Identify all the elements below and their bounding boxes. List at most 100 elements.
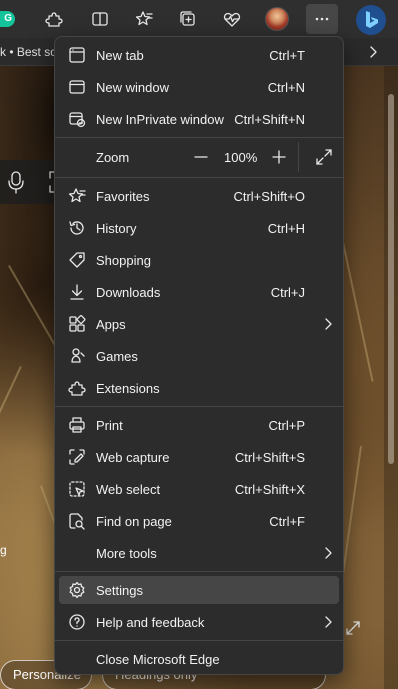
apps-icon bbox=[69, 315, 86, 332]
new-window-icon bbox=[69, 80, 85, 94]
zoom-out-icon[interactable] bbox=[191, 147, 211, 167]
menu-item-shortcut: Ctrl+H bbox=[267, 221, 305, 236]
menu-item-label: Settings bbox=[96, 583, 143, 598]
menu-item-shortcut: Ctrl+Shift+S bbox=[234, 450, 305, 465]
menu-item-close-microsoft-edge[interactable]: Close Microsoft Edge bbox=[59, 645, 339, 673]
menu-item-apps[interactable]: Apps bbox=[59, 310, 339, 338]
print-icon bbox=[69, 417, 85, 433]
profile-avatar[interactable] bbox=[265, 7, 289, 31]
menu-item-new-tab[interactable]: New tab Ctrl+T bbox=[59, 41, 339, 69]
browser-essentials-button[interactable] bbox=[216, 4, 248, 34]
zoom-divider bbox=[298, 142, 299, 172]
favorites-bar-item[interactable]: k • Best sol bbox=[0, 45, 60, 59]
extensions-button[interactable] bbox=[38, 4, 70, 34]
menu-separator bbox=[55, 640, 343, 641]
help-icon bbox=[69, 614, 85, 630]
full-screen-icon[interactable] bbox=[315, 148, 333, 166]
copilot-button[interactable] bbox=[356, 5, 386, 35]
menu-item-label: Extensions bbox=[96, 381, 160, 396]
menu-item-label: New tab bbox=[96, 48, 144, 63]
more-options-icon bbox=[315, 17, 329, 21]
chevron-right-icon bbox=[325, 616, 332, 628]
star-icon bbox=[68, 188, 86, 203]
chevron-right-icon[interactable] bbox=[364, 43, 382, 61]
zoom-in-icon[interactable] bbox=[269, 147, 289, 167]
menu-item-shortcut: Ctrl+Shift+O bbox=[233, 189, 305, 204]
settings-and-more-button[interactable] bbox=[306, 4, 338, 34]
collections-button[interactable] bbox=[172, 4, 204, 34]
menu-item-shortcut: Ctrl+Shift+N bbox=[234, 112, 305, 127]
expand-icon[interactable] bbox=[345, 620, 361, 636]
menu-item-shortcut: Ctrl+P bbox=[268, 418, 305, 433]
menu-item-help-and-feedback[interactable]: Help and feedback bbox=[59, 608, 339, 636]
split-screen-icon bbox=[92, 12, 108, 26]
menu-item-shortcut: Ctrl+F bbox=[269, 514, 305, 529]
puzzle-icon bbox=[45, 12, 63, 27]
menu-item-label: New InPrivate window bbox=[96, 112, 224, 127]
menu-item-label: Close Microsoft Edge bbox=[96, 652, 220, 667]
microphone-icon bbox=[8, 171, 24, 194]
menu-item-label: Shopping bbox=[96, 253, 151, 268]
history-icon bbox=[69, 221, 84, 235]
zoom-label: Zoom bbox=[96, 150, 130, 165]
menu-item-label: Help and feedback bbox=[96, 615, 205, 630]
menu-item-label: Find on page bbox=[96, 514, 172, 529]
page-scrollbar-thumb[interactable] bbox=[388, 94, 394, 464]
zoom-control: Zoom 100% bbox=[59, 142, 339, 172]
find-icon bbox=[69, 513, 85, 530]
menu-item-new-inprivate-window[interactable]: New InPrivate window Ctrl+Shift+N bbox=[59, 105, 339, 133]
puzzle-icon bbox=[68, 381, 86, 396]
menu-item-label: Print bbox=[96, 418, 123, 433]
new-tab-icon bbox=[69, 47, 85, 63]
grammarly-extension-icon[interactable]: G bbox=[0, 11, 15, 27]
menu-item-shortcut: Ctrl+J bbox=[270, 285, 305, 300]
menu-item-label: Web select bbox=[96, 482, 161, 497]
gear-icon bbox=[69, 581, 85, 599]
heart-pulse-icon bbox=[223, 12, 241, 27]
menu-item-games[interactable]: Games bbox=[59, 342, 339, 370]
games-icon bbox=[71, 348, 85, 363]
menu-item-label: New window bbox=[96, 80, 169, 95]
menu-separator bbox=[55, 406, 343, 407]
menu-item-settings[interactable]: Settings bbox=[59, 576, 339, 604]
menu-item-extensions[interactable]: Extensions bbox=[59, 374, 339, 402]
favorites-star-icon bbox=[135, 11, 153, 26]
menu-item-shortcut: Ctrl+T bbox=[269, 48, 305, 63]
menu-item-label: History bbox=[96, 221, 137, 236]
menu-item-new-window[interactable]: New window Ctrl+N bbox=[59, 73, 339, 101]
menu-item-shortcut: Ctrl+N bbox=[267, 80, 305, 95]
menu-item-label: Web capture bbox=[96, 450, 170, 465]
download-icon bbox=[70, 284, 84, 300]
voice-search-button[interactable] bbox=[0, 160, 60, 204]
settings-and-more-menu: New tab Ctrl+T New window Ctrl+N New InP… bbox=[54, 36, 344, 675]
menu-item-shortcut: Ctrl+Shift+X bbox=[234, 482, 305, 497]
browser-toolbar: G bbox=[0, 0, 398, 38]
menu-item-more-tools[interactable]: More tools bbox=[59, 539, 339, 567]
collections-icon bbox=[180, 11, 195, 26]
menu-item-web-select[interactable]: Web select Ctrl+Shift+X bbox=[59, 475, 339, 503]
chevron-right-icon bbox=[325, 318, 332, 330]
split-screen-button[interactable] bbox=[84, 4, 116, 34]
menu-separator bbox=[55, 177, 343, 178]
favorites-button[interactable] bbox=[128, 4, 160, 34]
menu-item-label: More tools bbox=[96, 546, 157, 561]
menu-item-favorites[interactable]: Favorites Ctrl+Shift+O bbox=[59, 182, 339, 210]
menu-item-history[interactable]: History Ctrl+H bbox=[59, 214, 339, 242]
menu-item-downloads[interactable]: Downloads Ctrl+J bbox=[59, 278, 339, 306]
menu-separator bbox=[55, 137, 343, 138]
web-select-icon bbox=[69, 481, 85, 497]
inprivate-icon bbox=[69, 112, 86, 128]
menu-item-label: Games bbox=[96, 349, 138, 364]
menu-separator bbox=[55, 571, 343, 572]
menu-item-print[interactable]: Print Ctrl+P bbox=[59, 411, 339, 439]
menu-item-shopping[interactable]: Shopping bbox=[59, 246, 339, 274]
copilot-b-icon bbox=[366, 11, 378, 28]
menu-item-label: Favorites bbox=[96, 189, 150, 204]
page-text-fragment: g bbox=[0, 543, 7, 557]
page-scrollbar[interactable] bbox=[384, 66, 398, 689]
tag-icon bbox=[69, 252, 85, 268]
chevron-right-icon bbox=[325, 547, 332, 559]
menu-item-label: Downloads bbox=[96, 285, 161, 300]
menu-item-find-on-page[interactable]: Find on page Ctrl+F bbox=[59, 507, 339, 535]
menu-item-web-capture[interactable]: Web capture Ctrl+Shift+S bbox=[59, 443, 339, 471]
